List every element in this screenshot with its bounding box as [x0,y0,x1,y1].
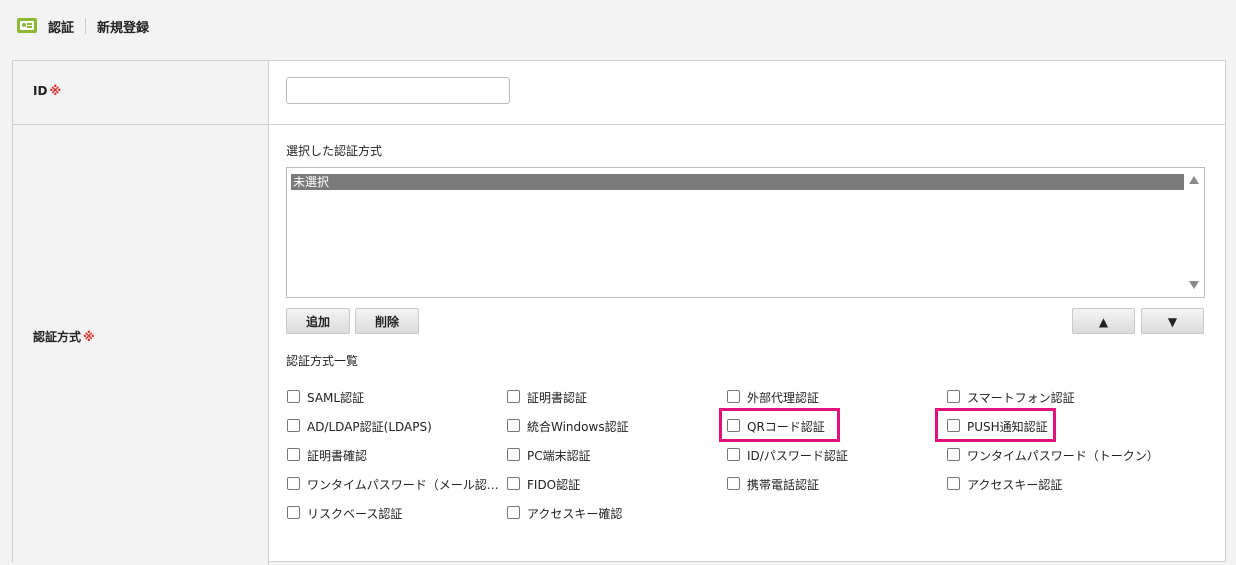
checkbox-box[interactable] [287,419,300,432]
add-button[interactable]: 追加 [286,308,350,334]
checkbox-box[interactable] [947,477,960,490]
required-mark: ※ [83,330,95,344]
page-subtitle: 新規登録 [97,21,150,36]
move-up-button[interactable]: ▲ [1072,308,1135,334]
checkbox-box[interactable] [507,477,520,490]
checkbox-box[interactable] [727,477,740,490]
page-header: 認証 新規登録 [0,0,1236,52]
id-input[interactable] [286,77,510,104]
list-item-unselected[interactable]: 未選択 [291,174,1184,190]
scroll-down-icon[interactable] [1189,281,1199,289]
id-label: ID ※ [33,84,62,98]
auth-method-label: 認証方式 ※ [33,330,95,344]
checkbox-box[interactable] [507,419,520,432]
checkbox-box[interactable] [287,448,300,461]
selected-methods-label: 選択した認証方式 [286,144,383,158]
selected-methods-listbox[interactable]: 未選択 [286,167,1205,298]
checkbox-box[interactable] [287,506,300,519]
highlight-push-notification [935,408,1056,442]
highlight-qr-code [719,408,840,442]
checkbox-box[interactable] [507,506,520,519]
method-list-label: 認証方式一覧 [286,354,359,368]
checkbox-box[interactable] [287,390,300,403]
form-panel: ID ※ 認証方式 ※ 選択した認証方式 未選択 追加 削除 ▲ ▼ 認証方式一覧 … [12,60,1226,565]
id-card-icon [17,18,37,33]
move-down-button[interactable]: ▼ [1141,308,1204,334]
checkbox-box[interactable] [947,390,960,403]
required-mark: ※ [49,84,62,98]
checkbox-box[interactable] [947,448,960,461]
checkbox-box[interactable] [507,390,520,403]
checkbox-box[interactable] [727,448,740,461]
checkbox-box[interactable] [507,448,520,461]
delete-button[interactable]: 削除 [355,308,419,334]
checkbox-box[interactable] [287,477,300,490]
header-divider [85,18,86,34]
id-label-cell: ID ※ [13,61,269,125]
page-title: 認証 [48,21,75,36]
auth-method-label-cell: 認証方式 ※ [13,125,269,565]
scroll-up-icon[interactable] [1189,176,1199,184]
checkbox-box[interactable] [727,390,740,403]
